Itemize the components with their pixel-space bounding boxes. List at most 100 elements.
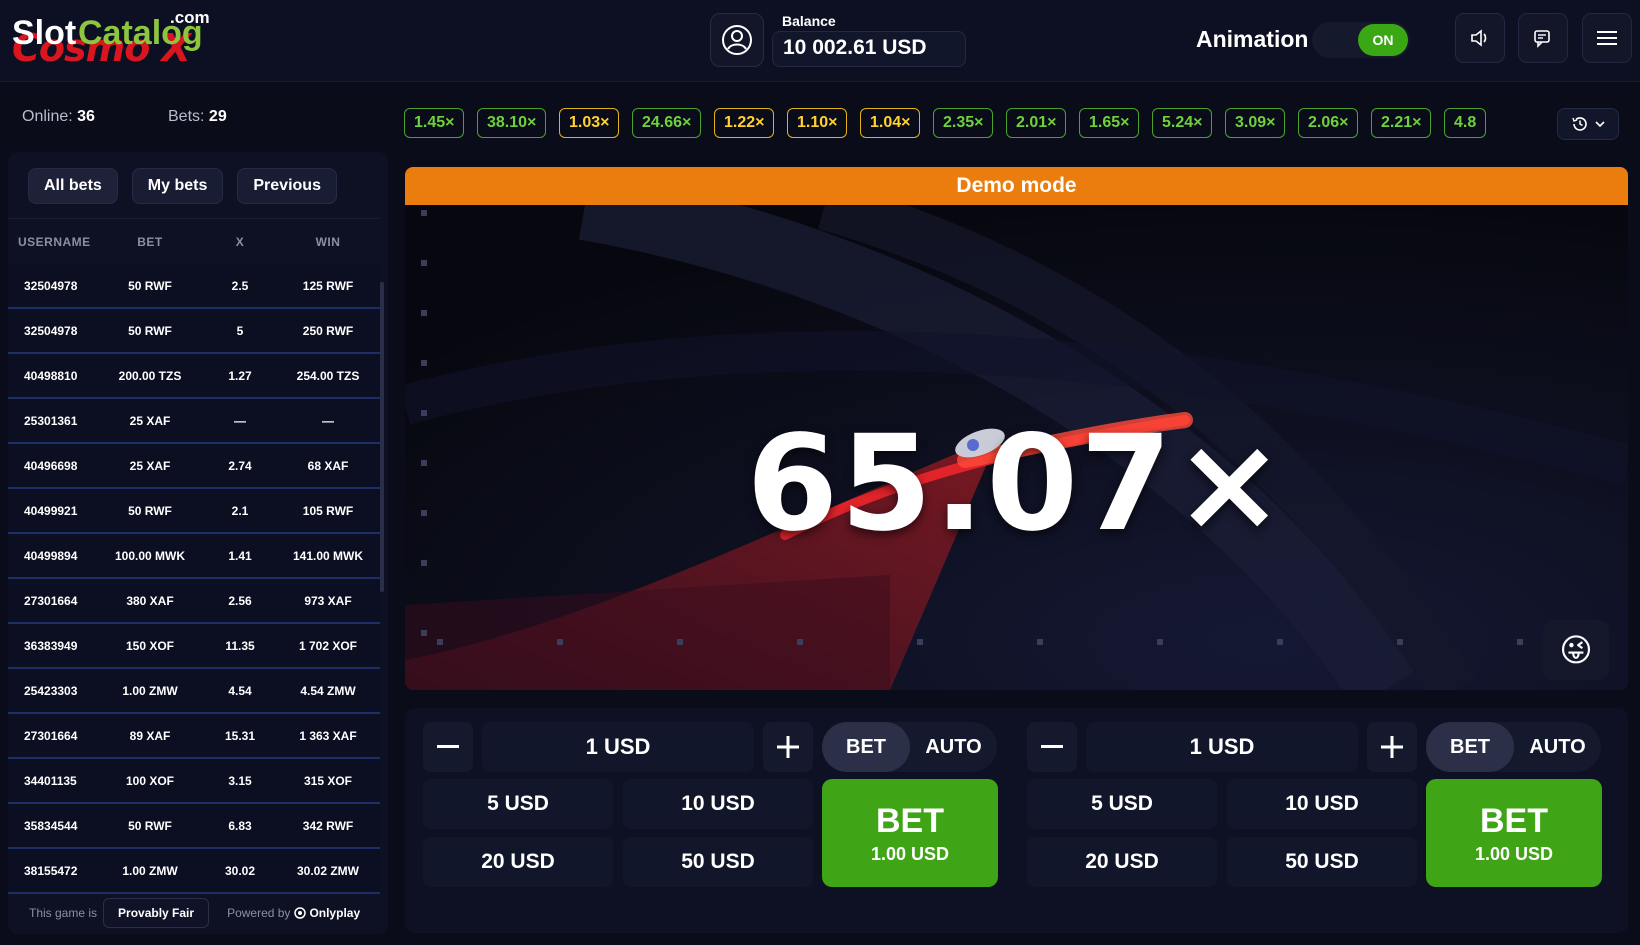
animation-toggle-state: ON [1358,24,1408,56]
place-bet-amount: 1.00 USD [1474,843,1554,864]
mode-bet-button[interactable]: BET [822,722,910,772]
balance-value: 10 002.61 USD [772,31,966,67]
chevron-down-icon [1595,121,1605,128]
history-chip[interactable]: 2.35× [933,108,994,138]
bet-mode-switch: BET AUTO [1426,722,1601,772]
cell-multiplier: 15.31 [224,728,256,743]
history-dropdown-button[interactable] [1557,108,1619,140]
cell-multiplier: 5 [236,323,244,338]
history-chip[interactable]: 1.22× [714,108,775,138]
menu-icon [1597,31,1617,45]
cell-bet: 100 XOF [125,773,175,788]
chat-button[interactable] [1518,13,1568,63]
place-bet-label: BET [1480,801,1548,840]
quick-amount-button[interactable]: 20 USD [423,837,613,887]
history-chip[interactable]: 2.21× [1371,108,1432,138]
emoji-button[interactable]: 😜 [1543,620,1609,680]
history-icon [1572,117,1587,131]
bet-amount-input[interactable]: 1 USD [482,722,754,772]
bets-count-wrap: Bets: 29 [168,108,227,126]
cell-bet: 200.00 TZS [118,368,182,383]
table-row: 40499894 100.00 MWK 1.41 141.00 MWK [8,534,380,579]
place-bet-label: BET [876,801,944,840]
bet-panel-1: 1 USD BET AUTO 5 USD 10 USD 20 USD 50 US… [405,708,1000,933]
cell-bet: 100.00 MWK [114,548,186,563]
online-stats: Online: 36 Bets: 29 [22,108,227,126]
history-chip[interactable]: 38.10× [477,108,547,138]
history-chip[interactable]: 1.04× [860,108,921,138]
provably-fair-button[interactable]: Provably Fair [103,898,210,928]
history-chip[interactable]: 5.24× [1152,108,1213,138]
cell-win: 1 363 XAF [299,728,357,743]
place-bet-button[interactable]: BET 1.00 USD [1426,779,1602,887]
mode-bet-button[interactable]: BET [1426,722,1514,772]
increase-amount-button[interactable] [1367,722,1417,772]
plus-icon [777,736,799,758]
cell-multiplier: 2.1 [231,503,249,518]
mode-auto-button[interactable]: AUTO [910,722,997,772]
column-x: X [235,234,245,249]
quick-amount-button[interactable]: 5 USD [423,779,613,829]
history-chip[interactable]: 2.06× [1298,108,1359,138]
bet-mode-switch: BET AUTO [822,722,997,772]
cell-bet: 150 XOF [125,638,175,653]
cell-bet: 1.00 ZMW [122,683,178,698]
tab-previous[interactable]: Previous [237,168,337,204]
history-chip[interactable]: 24.66× [632,108,702,138]
menu-button[interactable] [1582,13,1632,63]
game-canvas: Demo mode 65.07× 😜 [405,167,1628,690]
place-bet-button[interactable]: BET 1.00 USD [822,779,998,887]
animation-label: Animation [1196,26,1309,52]
cell-win: 30.02 ZMW [296,863,359,878]
cell-win: 250 RWF [302,323,354,338]
cell-bet: 50 RWF [128,503,172,518]
cell-win: 125 RWF [302,278,354,293]
cell-username: 35834544 [24,818,78,833]
history-chip[interactable]: 1.10× [787,108,848,138]
history-chip[interactable]: 1.03× [559,108,620,138]
quick-amount-button[interactable]: 10 USD [1227,779,1417,829]
cell-username: 40496698 [24,458,78,473]
logo: Cosmo X Slot Catalog .com [10,8,210,70]
mode-auto-button[interactable]: AUTO [1514,722,1601,772]
profile-button[interactable] [710,13,764,67]
cell-bet: 50 RWF [128,323,172,338]
quick-amount-button[interactable]: 10 USD [623,779,813,829]
quick-amount-button[interactable]: 50 USD [1227,837,1417,887]
history-chip[interactable]: 3.09× [1225,108,1286,138]
logo-slot: Slot [12,14,77,52]
column-win: WIN [315,234,341,249]
cell-username: 36383949 [24,638,78,653]
history-chip[interactable]: 1.65× [1079,108,1140,138]
history-chip[interactable]: 4.8 [1444,108,1487,138]
history-chip[interactable]: 1.45× [404,108,465,138]
table-row: 27301664 89 XAF 15.31 1 363 XAF [8,714,380,759]
history-chip[interactable]: 2.01× [1006,108,1067,138]
table-row: 32504978 50 RWF 5 250 RWF [8,309,380,354]
cell-win: 254.00 TZS [296,368,360,383]
cell-username: 27301664 [24,728,78,743]
table-row: 40496698 25 XAF 2.74 68 XAF [8,444,380,489]
bet-amount-input[interactable]: 1 USD [1086,722,1358,772]
bets-tabs: All bets My bets Previous [28,168,337,204]
sound-button[interactable] [1455,13,1505,63]
cell-bet: 25 XAF [129,413,171,428]
emoji-icon: 😜 [1559,632,1593,668]
quick-amount-button[interactable]: 50 USD [623,837,813,887]
decrease-amount-button[interactable] [423,722,473,772]
bets-panel: All bets My bets Previous USERNAME BET X… [8,152,388,934]
increase-amount-button[interactable] [763,722,813,772]
powered-by-label: Powered by [227,906,291,920]
cell-win: 342 RWF [302,818,354,833]
quick-amount-button[interactable]: 5 USD [1027,779,1217,829]
bets-scrollbar[interactable] [380,282,384,592]
quick-amount-button[interactable]: 20 USD [1027,837,1217,887]
decrease-amount-button[interactable] [1027,722,1077,772]
cell-username: 25301361 [24,413,78,428]
tab-all-bets[interactable]: All bets [28,168,118,204]
tab-my-bets[interactable]: My bets [131,168,224,204]
cell-username: 40498810 [24,368,78,383]
cell-win: 973 XAF [304,593,352,608]
animation-toggle[interactable]: ON [1312,22,1410,58]
online-count: 36 [77,108,95,125]
